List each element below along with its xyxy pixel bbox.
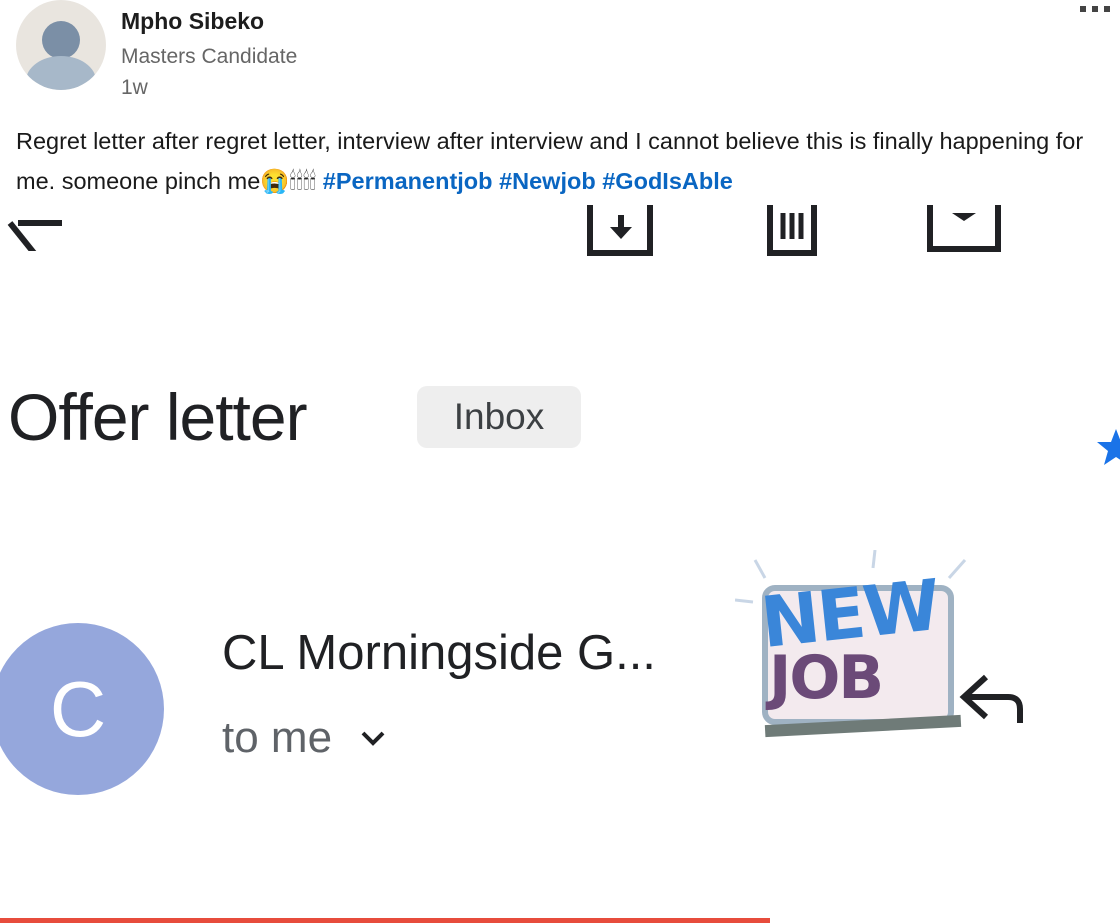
hashtag-permanentjob[interactable]: #Permanentjob [323,168,493,194]
sender-initial: C [49,664,107,753]
divider-line [0,918,770,923]
post-text: Regret letter after regret letter, inter… [16,121,1111,201]
email-screenshot: Offer letter Inbox C CL Morningside G...… [0,205,1120,923]
author-headline: Masters Candidate [121,45,298,68]
sticker-job-text: JOB [769,643,884,713]
author-avatar[interactable] [16,0,106,90]
recipient-label: to me [222,713,333,762]
post-time: 1w [121,76,148,99]
avatar-body [26,56,96,90]
email-subject: Offer letter [8,380,308,454]
recipient-details-toggle[interactable]: to me [222,710,388,766]
sender-name[interactable]: CL Morningside G... [222,623,656,683]
ellipsis-icon[interactable] [1080,6,1120,20]
star-icon[interactable] [1096,427,1120,467]
post-header: Mpho Sibeko Masters Candidate 1w [0,0,1120,110]
mail-icon[interactable] [926,205,1002,255]
back-arrow-icon[interactable] [4,211,64,251]
delete-icon[interactable] [766,205,820,259]
hashtag-godisable[interactable]: #GodIsAble [602,168,733,194]
hashtag-newjob[interactable]: #Newjob [499,168,596,194]
new-job-sticker: NEW JOB [735,550,975,750]
reply-icon[interactable] [958,667,1028,727]
inbox-label-chip[interactable]: Inbox [417,386,581,448]
chevron-down-icon [361,731,385,746]
sender-avatar[interactable]: C [0,623,164,795]
avatar-head [42,21,80,59]
author-name[interactable]: Mpho Sibeko [121,8,264,35]
archive-icon[interactable] [586,205,656,259]
